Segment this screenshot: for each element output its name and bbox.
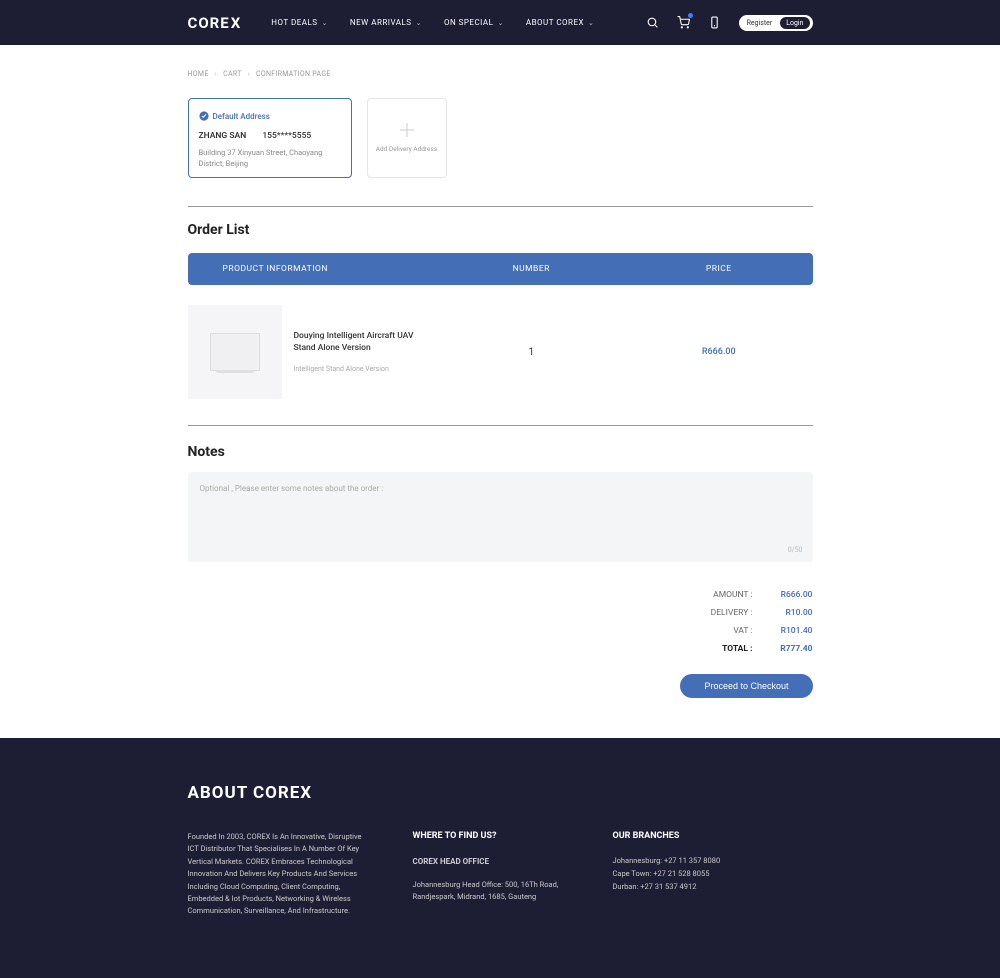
chevron-down-icon: ⌄ [497,19,503,27]
divider [188,206,813,207]
breadcrumb: HOME › CART › CONFIRMATION PAGE [188,45,813,88]
order-list-title: Order List [188,222,813,238]
register-button[interactable]: Register [742,18,778,28]
header: COREX HOT DEALS⌄ NEW ARRIVALS⌄ ON SPECIA… [0,0,1000,45]
notes-input[interactable]: Optional , Please enter some notes about… [188,472,813,562]
notes-counter: 0/50 [788,546,803,554]
total-label: TOTAL : [722,644,752,654]
col-product-info: PRODUCT INFORMATION [188,264,438,274]
breadcrumb-current: CONFIRMATION PAGE [256,70,331,78]
footer-branch-dbn: Durban: +27 31 537 4912 [613,881,773,894]
cart-icon[interactable] [677,16,690,29]
search-icon[interactable] [646,16,659,29]
login-button[interactable]: Login [780,17,809,29]
product-name: Douying Intelligent Aircraft UAV Stand A… [294,331,434,355]
address-name: ZHANG SAN [199,131,247,141]
mobile-icon[interactable] [708,16,721,29]
table-row: Douying Intelligent Aircraft UAV Stand A… [188,285,813,419]
total-value: R777.40 [763,644,813,654]
footer-about: Founded In 2003, COREX Is An Innovative,… [188,831,373,918]
product-price: R666.00 [625,347,813,357]
footer-branch-jhb: Johannesburg: +27 11 357 8080 [613,855,773,868]
vat-label: VAT : [733,626,752,636]
nav-on-special[interactable]: ON SPECIAL⌄ [444,18,504,27]
chevron-down-icon: ⌄ [588,19,594,27]
auth-buttons: Register Login [739,15,813,31]
product-qty: 1 [438,347,626,358]
notes-placeholder: Optional , Please enter some notes about… [200,484,384,493]
footer-where-sub: COREX HEAD OFFICE [413,855,573,869]
amount-label: AMOUNT : [713,590,752,600]
main-nav: HOT DEALS⌄ NEW ARRIVALS⌄ ON SPECIAL⌄ ABO… [271,18,594,27]
address-phone: 155****5555 [262,131,311,141]
footer-where-addr: Johannesburg Head Office: 500, 16Th Road… [413,879,573,905]
vat-value: R101.40 [763,626,813,636]
plus-icon [400,123,414,137]
footer-branch-cpt: Cape Town: +27 21 528 8055 [613,868,773,881]
amount-value: R666.00 [763,590,813,600]
col-price: PRICE [625,264,813,274]
chevron-right-icon: › [215,70,217,78]
chevron-down-icon: ⌄ [322,19,328,27]
delivery-value: R10.00 [763,608,813,618]
notes-title: Notes [188,444,813,460]
delivery-label: DELIVERY : [711,608,753,618]
footer-branches-title: OUR BRANCHES [613,831,773,841]
chevron-down-icon: ⌄ [416,19,422,27]
product-image [188,305,282,399]
check-circle-icon [199,111,209,121]
divider [188,425,813,426]
nav-about-corex[interactable]: ABOUT COREX⌄ [526,18,595,27]
default-address-card[interactable]: Default Address ZHANG SAN 155****5555 Bu… [188,98,352,178]
nav-new-arrivals[interactable]: NEW ARRIVALS⌄ [350,18,422,27]
address-text: Building 37 Xinyuan Street, Chaoyang Dis… [199,147,341,170]
add-address-label: Add Delivery Address [376,145,437,153]
checkout-button[interactable]: Proceed to Checkout [680,674,812,698]
default-address-label: Default Address [213,112,270,121]
footer-heading: ABOUT COREX [188,783,813,803]
col-number: NUMBER [438,264,626,274]
order-totals: AMOUNT : R666.00 DELIVERY : R10.00 VAT : R1… [188,590,813,654]
footer-where-title: WHERE TO FIND US? [413,831,573,841]
chevron-right-icon: › [248,70,250,78]
nav-hot-deals[interactable]: HOT DEALS⌄ [271,18,328,27]
product-variant: Intelligent Stand Alone Version [294,365,434,373]
footer: ABOUT COREX Founded In 2003, COREX Is An… [0,738,1000,978]
add-address-card[interactable]: Add Delivery Address [367,98,447,178]
breadcrumb-home[interactable]: HOME [188,70,209,78]
logo[interactable]: COREX [188,14,242,32]
breadcrumb-cart[interactable]: CART [223,70,241,78]
order-table-header: PRODUCT INFORMATION NUMBER PRICE [188,253,813,285]
